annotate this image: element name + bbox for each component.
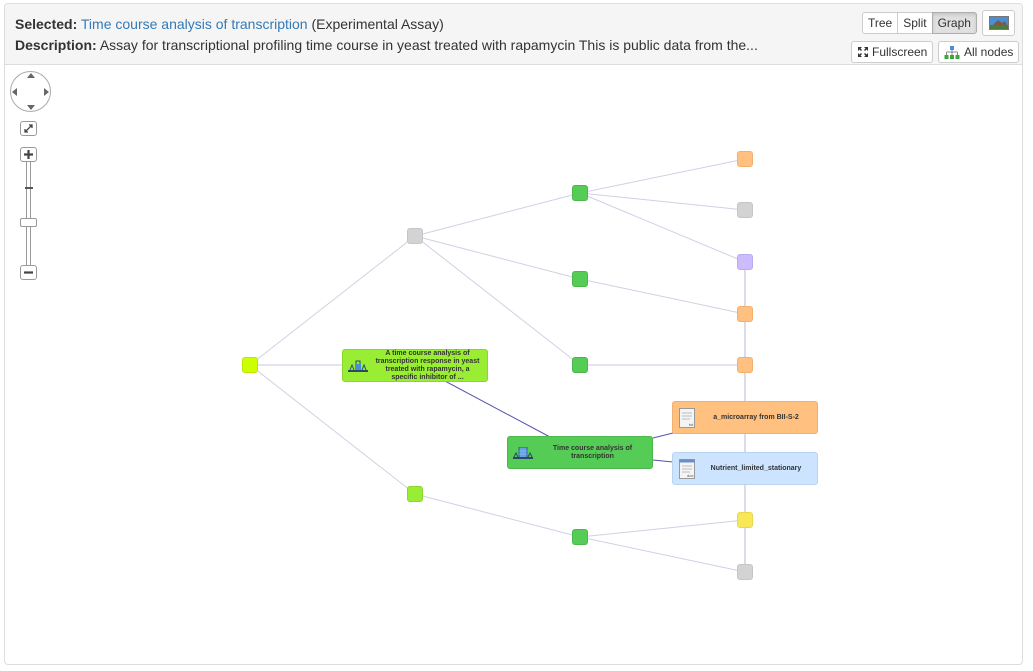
selection-header: Selected: Time course analysis of transc…	[5, 4, 1022, 65]
description-line: Description: Assay for transcriptional p…	[15, 37, 758, 53]
graph-node[interactable]	[737, 254, 753, 270]
hierarchy-icon	[944, 45, 960, 59]
pan-control[interactable]	[10, 71, 51, 112]
assay-node[interactable]	[572, 271, 588, 287]
graph-canvas[interactable]: A time course analysis of transcription …	[5, 65, 1022, 664]
study-node[interactable]	[242, 357, 258, 373]
assay-card-label: Time course analysis of transcription	[552, 444, 633, 460]
assay-card-selected[interactable]: Time course analysis of transcription	[507, 436, 653, 469]
image-icon	[988, 16, 1009, 30]
graph-panel: Selected: Time course analysis of transc…	[4, 3, 1023, 665]
selected-item-type: (Experimental Assay)	[311, 16, 444, 32]
description-label: Description:	[15, 37, 97, 53]
zoom-out-button[interactable]	[20, 265, 37, 280]
sample-card[interactable]: doc Nutrient_limited_stationary	[672, 452, 818, 485]
edge	[414, 235, 581, 366]
graph-edges	[249, 158, 746, 573]
edge	[249, 235, 416, 366]
assay-node[interactable]	[572, 529, 588, 545]
sample-card-label: Nutrient_limited_stationary	[710, 464, 802, 472]
selected-edge	[444, 380, 551, 438]
assay-node[interactable]	[572, 185, 588, 201]
zoom-in-icon	[24, 150, 33, 159]
selected-label: Selected:	[15, 16, 78, 32]
selected-line: Selected: Time course analysis of transc…	[15, 16, 444, 32]
pan-up-icon[interactable]	[27, 73, 35, 78]
edge	[579, 158, 746, 194]
zoom-in-button[interactable]	[20, 147, 37, 162]
graph-node[interactable]	[407, 486, 423, 502]
study-icon	[348, 360, 368, 372]
pan-left-icon[interactable]	[12, 88, 17, 96]
all-nodes-button[interactable]: All nodes	[938, 41, 1020, 63]
description-text: Assay for transcriptional profiling time…	[99, 37, 758, 53]
edge	[414, 235, 581, 280]
edge	[579, 536, 746, 573]
view-toggle: Tree Split Graph	[862, 12, 977, 34]
assay-node[interactable]	[572, 357, 588, 373]
fit-to-view-button[interactable]	[20, 121, 37, 136]
graph-node[interactable]	[407, 228, 423, 244]
document-icon: doc	[679, 458, 695, 479]
study-card[interactable]: A time course analysis of transcription …	[342, 349, 488, 382]
assay-icon	[513, 446, 533, 459]
edge	[579, 192, 746, 263]
selected-item-link[interactable]: Time course analysis of transcription	[81, 16, 308, 32]
zoom-out-icon	[24, 271, 33, 274]
data-file-node[interactable]	[737, 151, 753, 167]
selected-edge	[652, 432, 674, 439]
all-nodes-label: All nodes	[964, 45, 1014, 59]
study-card-label: A time course analysis of transcription …	[375, 349, 480, 381]
edge	[414, 192, 581, 237]
graph-node[interactable]	[737, 512, 753, 528]
svg-text:doc: doc	[687, 473, 693, 478]
edge	[414, 493, 581, 538]
fullscreen-label: Fullscreen	[872, 45, 928, 59]
zoom-default-tick	[25, 187, 33, 189]
tree-view-button[interactable]: Tree	[862, 12, 899, 34]
edge	[579, 519, 746, 538]
data-file-node[interactable]	[737, 357, 753, 373]
fullscreen-icon	[858, 47, 868, 57]
pan-right-icon[interactable]	[44, 88, 49, 96]
graph-node[interactable]	[737, 202, 753, 218]
selected-edge	[652, 459, 674, 463]
graph-node[interactable]	[737, 564, 753, 580]
graph-view-button[interactable]: Graph	[931, 12, 977, 34]
split-view-button[interactable]: Split	[897, 12, 933, 34]
text-file-icon: txt	[679, 407, 695, 428]
edge	[579, 278, 746, 315]
edge	[579, 192, 746, 211]
export-image-button[interactable]	[982, 10, 1015, 36]
pan-down-icon[interactable]	[27, 105, 35, 110]
fullscreen-button[interactable]: Fullscreen	[851, 41, 934, 63]
edge	[249, 364, 416, 495]
zoom-slider-handle[interactable]	[20, 218, 37, 228]
data-file-card-label: a_microarray from BII-S-2	[713, 413, 799, 421]
fit-to-view-icon	[24, 124, 33, 133]
data-file-card[interactable]: txt a_microarray from BII-S-2	[672, 401, 818, 434]
data-file-node[interactable]	[737, 306, 753, 322]
zoom-slider-track[interactable]	[26, 162, 31, 265]
